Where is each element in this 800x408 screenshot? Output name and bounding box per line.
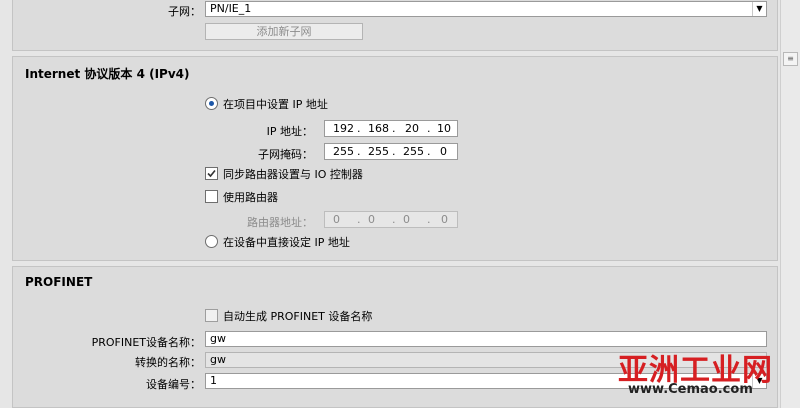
- mask-dot: .: [392, 145, 396, 158]
- mask-octet-4: 0: [440, 145, 447, 158]
- router-octet-1: 0: [333, 213, 340, 226]
- ip-octet-1: 192: [333, 122, 354, 135]
- profinet-name-label: PROFINET设备名称：: [91, 336, 201, 349]
- router-octet-2: 0: [368, 213, 375, 226]
- router-address-field[interactable]: 0 . 0 . 0 . 0: [324, 211, 458, 228]
- sync-router-label: 同步路由器设置与 IO 控制器: [223, 168, 363, 181]
- router-octet-4: 0: [441, 213, 448, 226]
- subnet-select[interactable]: PN/IE_1 ▼: [205, 1, 767, 17]
- watermark-url: www.Cemao.com: [628, 382, 753, 397]
- ip-dot: .: [427, 122, 431, 135]
- set-on-device-label: 在设备中直接设定 IP 地址: [223, 236, 350, 249]
- mask-dot: .: [427, 145, 431, 158]
- use-router-checkbox[interactable]: [205, 190, 218, 203]
- vertical-scrollbar[interactable]: ≡: [780, 0, 800, 408]
- ip-address-label: IP 地址：: [266, 125, 313, 138]
- checkmark-icon: [207, 169, 216, 178]
- router-octet-3: 0: [403, 213, 410, 226]
- ip-octet-3: 20: [405, 122, 419, 135]
- ip-dot: .: [392, 122, 396, 135]
- mask-octet-2: 255: [368, 145, 389, 158]
- radio-set-on-device[interactable]: [205, 235, 218, 248]
- radio-selected-dot: [209, 101, 214, 106]
- subnet-value: PN/IE_1: [210, 2, 252, 15]
- mask-octet-3: 255: [403, 145, 424, 158]
- subnet-mask-label: 子网掩码：: [258, 148, 313, 161]
- set-in-project-label: 在项目中设置 IP 地址: [223, 98, 328, 111]
- auto-generate-name-checkbox[interactable]: [205, 309, 218, 322]
- use-router-label: 使用路由器: [223, 191, 278, 204]
- router-address-label: 路由器地址：: [247, 216, 313, 229]
- device-number-value: 1: [210, 374, 217, 387]
- ip-dot: .: [357, 122, 361, 135]
- ip-address-field[interactable]: 192 . 168 . 20 . 10: [324, 120, 458, 137]
- profinet-title: PROFINET: [25, 275, 93, 289]
- subnet-mask-field[interactable]: 255 . 255 . 255 . 0: [324, 143, 458, 160]
- mask-dot: .: [357, 145, 361, 158]
- scroll-thumb-icon[interactable]: ≡: [783, 52, 798, 66]
- radio-set-in-project[interactable]: [205, 97, 218, 110]
- ip-octet-2: 168: [368, 122, 389, 135]
- subnet-section: 子网： PN/IE_1 ▼ 添加新子网: [12, 0, 778, 51]
- sync-router-checkbox[interactable]: [205, 167, 218, 180]
- router-dot: .: [392, 213, 396, 226]
- subnet-label: 子网：: [168, 5, 201, 18]
- ipv4-section: Internet 协议版本 4 (IPv4) 在项目中设置 IP 地址 IP 地…: [12, 56, 778, 261]
- router-dot: .: [357, 213, 361, 226]
- ip-octet-4: 10: [437, 122, 451, 135]
- router-dot: .: [427, 213, 431, 226]
- chevron-down-icon[interactable]: ▼: [752, 2, 766, 16]
- converted-name-label: 转换的名称：: [135, 356, 201, 369]
- ipv4-title: Internet 协议版本 4 (IPv4): [25, 67, 190, 81]
- mask-octet-1: 255: [333, 145, 354, 158]
- device-number-label: 设备编号：: [146, 378, 201, 391]
- add-subnet-button[interactable]: 添加新子网: [205, 23, 363, 40]
- auto-generate-name-label: 自动生成 PROFINET 设备名称: [223, 310, 373, 323]
